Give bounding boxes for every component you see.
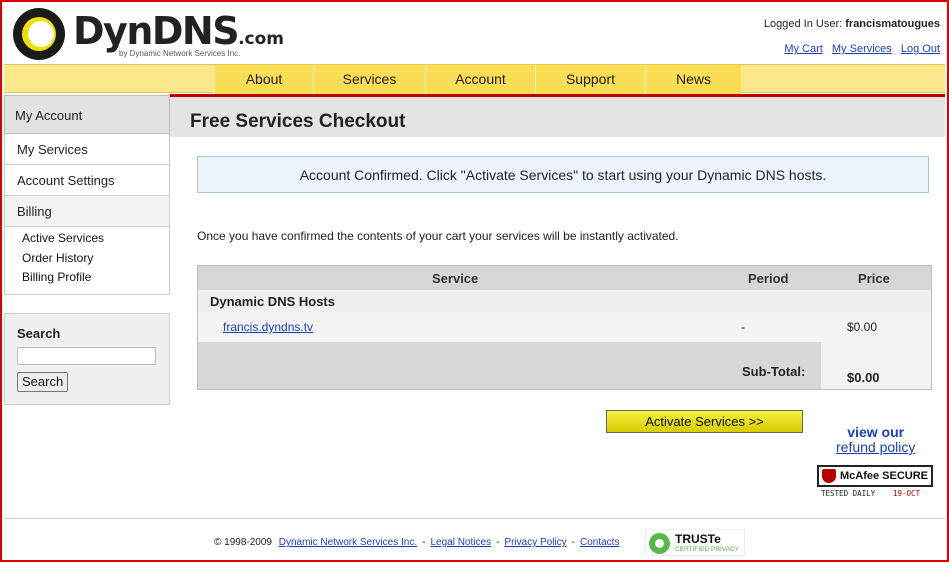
logo-mark-icon bbox=[13, 8, 65, 60]
search-input[interactable] bbox=[17, 347, 156, 365]
truste-seal-icon bbox=[649, 533, 670, 554]
footer-link-contacts[interactable]: Contacts bbox=[580, 537, 619, 548]
intro-text: Once you have confirmed the contents of … bbox=[197, 229, 679, 243]
logged-in-user: Logged In User: francismatougues bbox=[763, 18, 940, 30]
row-price: $0.00 bbox=[847, 320, 878, 334]
footer-divider bbox=[4, 518, 945, 519]
cart-table-header: Service Period Price bbox=[198, 266, 931, 290]
user-box: Logged In User: francismatougues My Cart… bbox=[764, 18, 940, 55]
sidebar-item-billing[interactable]: Billing bbox=[4, 196, 170, 227]
dyndns-logo[interactable]: DynDNS.com by Dynamic Network Services I… bbox=[13, 8, 284, 60]
nav-news[interactable]: News bbox=[645, 65, 741, 94]
mcafee-date: 19-OCT bbox=[893, 489, 921, 498]
sidebar-item-account-settings[interactable]: Account Settings bbox=[4, 165, 170, 196]
nav-about[interactable]: About bbox=[214, 65, 313, 94]
username: francismatougues bbox=[845, 18, 940, 30]
activate-services-button[interactable]: Activate Services >> bbox=[606, 410, 803, 433]
sidebar-item-my-services[interactable]: My Services bbox=[4, 134, 170, 165]
subtotal-label: Sub-Total: bbox=[742, 364, 806, 379]
search-panel: Search Search bbox=[4, 313, 170, 405]
confirmation-notice: Account Confirmed. Click "Activate Servi… bbox=[197, 156, 929, 193]
subtotal-cell: $0.00 bbox=[821, 342, 931, 389]
search-title: Search bbox=[17, 326, 61, 341]
main-nav: About Services Account Support News bbox=[4, 64, 945, 94]
cart-group-heading: Dynamic DNS Hosts bbox=[198, 290, 931, 312]
refund-policy-prefix[interactable]: view our bbox=[836, 425, 915, 440]
truste-sub: CERTIFIED PRIVACY bbox=[675, 546, 740, 553]
subtotal-value: $0.00 bbox=[847, 370, 880, 385]
my-cart-link[interactable]: My Cart bbox=[784, 43, 823, 55]
log-out-link[interactable]: Log Out bbox=[901, 43, 940, 55]
page-header: Free Services Checkout bbox=[170, 97, 945, 137]
mcafee-secure-badge[interactable]: McAfee SECURE TESTED DAILY 19-OCT bbox=[817, 465, 933, 501]
host-link[interactable]: francis.dyndns.tv bbox=[223, 320, 313, 334]
col-period: Period bbox=[748, 271, 789, 286]
mcafee-tested: TESTED DAILY bbox=[821, 489, 876, 498]
sidebar-item-order-history[interactable]: Order History bbox=[22, 249, 169, 269]
truste-badge[interactable]: TRUSTe CERTIFIED PRIVACY bbox=[645, 529, 745, 556]
nav-account[interactable]: Account bbox=[425, 65, 535, 94]
nav-services[interactable]: Services bbox=[313, 65, 425, 94]
mcafee-label: McAfee SECURE bbox=[840, 470, 929, 482]
subtotal-row: Sub-Total: $0.00 bbox=[198, 342, 931, 389]
my-services-link[interactable]: My Services bbox=[832, 43, 892, 55]
page-title: Free Services Checkout bbox=[190, 111, 406, 132]
truste-label: TRUSTe bbox=[675, 532, 721, 546]
sidebar-item-billing-profile[interactable]: Billing Profile bbox=[22, 268, 169, 288]
footer-link-company[interactable]: Dynamic Network Services Inc. bbox=[279, 537, 417, 548]
nav-support[interactable]: Support bbox=[535, 65, 645, 94]
copyright: © 1998-2009 bbox=[214, 537, 272, 548]
row-period: - bbox=[741, 320, 745, 334]
mcafee-shield-icon bbox=[822, 469, 836, 483]
table-row: francis.dyndns.tv - $0.00 bbox=[198, 312, 931, 342]
refund-policy-link[interactable]: refund policy bbox=[836, 440, 915, 455]
footer: © 1998-2009 Dynamic Network Services Inc… bbox=[214, 537, 620, 548]
sidebar: My Account My Services Account Settings … bbox=[4, 95, 170, 295]
cart-table: Service Period Price Dynamic DNS Hosts f… bbox=[197, 265, 932, 390]
sidebar-heading[interactable]: My Account bbox=[4, 95, 170, 134]
billing-submenu: Active Services Order History Billing Pr… bbox=[4, 227, 170, 295]
user-links: My Cart My Services Log Out bbox=[764, 43, 940, 55]
sidebar-item-active-services[interactable]: Active Services bbox=[22, 229, 169, 249]
footer-link-legal[interactable]: Legal Notices bbox=[430, 537, 491, 548]
refund-policy: view our refund policy bbox=[836, 425, 915, 455]
col-price: Price bbox=[858, 271, 890, 286]
logo-tagline: by Dynamic Network Services Inc. bbox=[119, 49, 241, 58]
footer-link-privacy[interactable]: Privacy Policy bbox=[504, 537, 566, 548]
col-service: Service bbox=[432, 271, 479, 286]
search-button[interactable]: Search bbox=[17, 372, 69, 392]
